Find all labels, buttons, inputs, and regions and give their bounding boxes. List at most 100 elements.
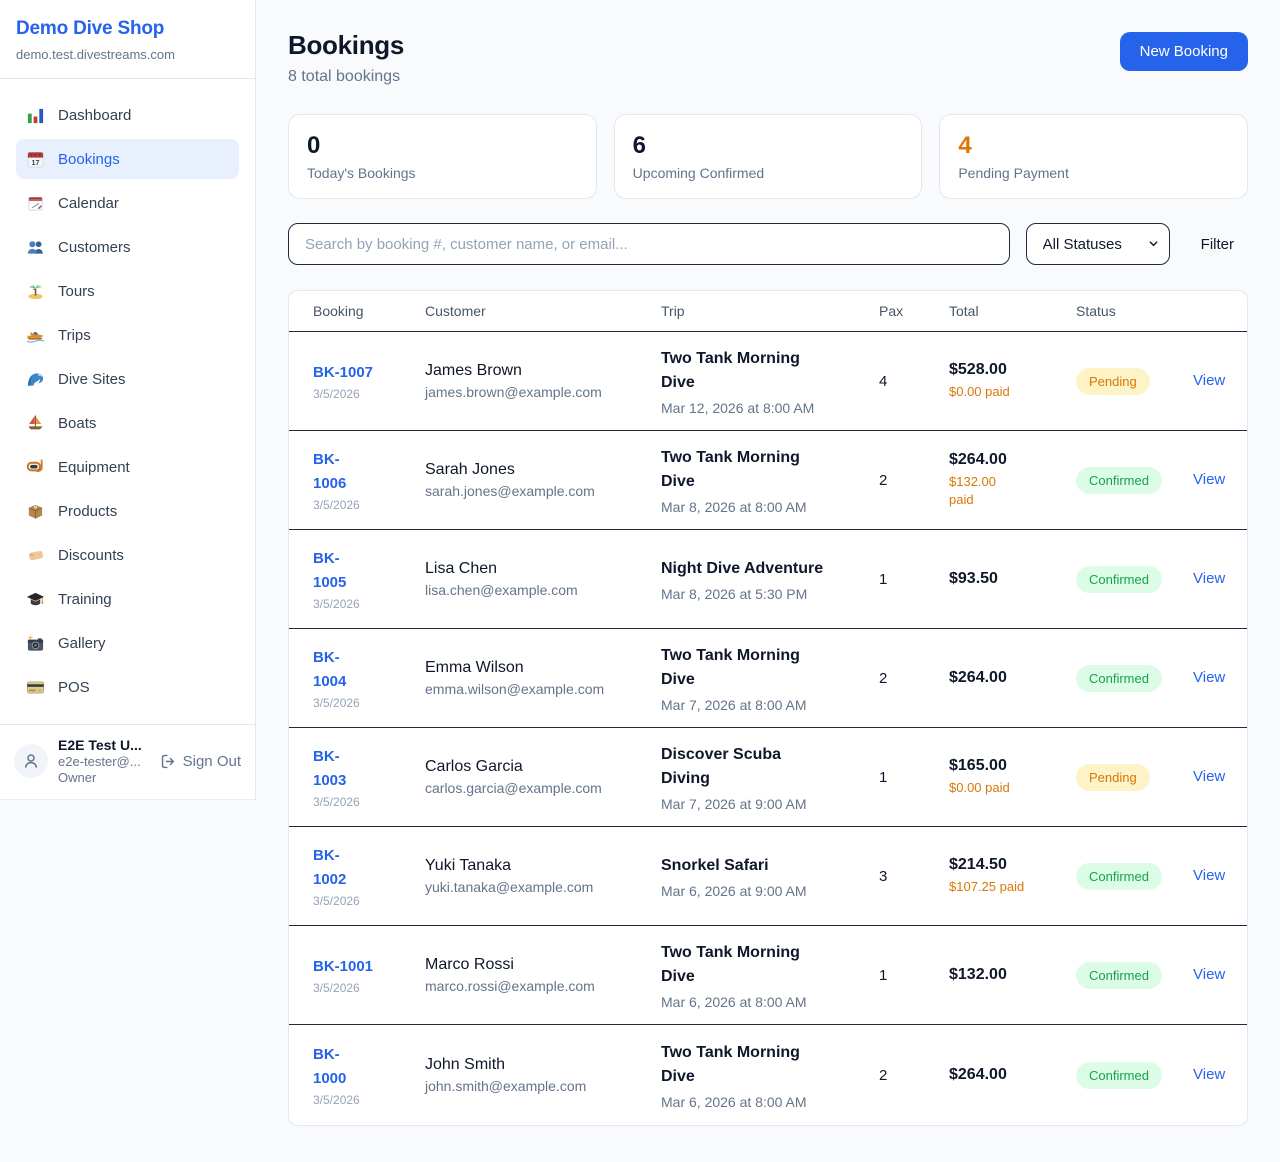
paid-note: $107.25 paid xyxy=(949,878,1056,896)
person-icon xyxy=(21,751,41,771)
booking-date: 3/5/2026 xyxy=(313,1093,405,1107)
stat-label: Upcoming Confirmed xyxy=(633,165,904,181)
sidebar-footer: E2E Test U... e2e-tester@... Owner Sign … xyxy=(0,724,255,799)
status-select[interactable]: All Statuses xyxy=(1026,223,1170,265)
sidebar-item-dive-sites[interactable]: Dive Sites xyxy=(16,359,239,399)
booking-id-link[interactable]: BK- 1002 xyxy=(313,844,346,891)
stat-card-pending-payment: 4 Pending Payment xyxy=(939,114,1248,199)
booking-id-link[interactable]: BK- 1004 xyxy=(313,646,346,693)
view-link[interactable]: View xyxy=(1193,570,1225,587)
table-row: BK- 1004 3/5/2026 Emma Wilson emma.wilso… xyxy=(289,629,1247,728)
table-header-row: Booking Customer Trip Pax Total Status xyxy=(289,291,1247,332)
view-link[interactable]: View xyxy=(1193,372,1225,389)
col-header-customer: Customer xyxy=(425,303,661,319)
status-badge: Pending xyxy=(1076,368,1150,395)
filter-button[interactable]: Filter xyxy=(1187,228,1248,261)
trip-name: Two Tank Morning Dive xyxy=(661,1041,859,1089)
discounts-icon xyxy=(26,546,45,565)
user-name: E2E Test U... xyxy=(58,737,150,753)
customer-name: James Brown xyxy=(425,362,641,380)
sign-out-label: Sign Out xyxy=(183,753,241,770)
booking-id-link[interactable]: BK- 1003 xyxy=(313,745,346,792)
booking-date: 3/5/2026 xyxy=(313,498,405,512)
customer-email: sarah.jones@example.com xyxy=(425,483,641,499)
booking-id-link[interactable]: BK-1007 xyxy=(313,361,373,384)
search-input[interactable] xyxy=(288,223,1010,265)
status-badge: Confirmed xyxy=(1076,863,1162,890)
sidebar-item-customers[interactable]: Customers xyxy=(16,227,239,267)
trips-icon xyxy=(26,326,45,345)
sidebar-nav: Dashboard 17 Bookings Calendar Customers… xyxy=(0,79,255,719)
customer-email: yuki.tanaka@example.com xyxy=(425,879,641,895)
table-row: BK- 1006 3/5/2026 Sarah Jones sarah.jone… xyxy=(289,431,1247,530)
bookings-icon: 17 xyxy=(26,150,45,169)
sidebar-item-dashboard[interactable]: Dashboard xyxy=(16,95,239,135)
sidebar-item-equipment[interactable]: Equipment xyxy=(16,447,239,487)
pax-count: 1 xyxy=(879,769,949,786)
sidebar-item-discounts[interactable]: Discounts xyxy=(16,535,239,575)
view-link[interactable]: View xyxy=(1193,768,1225,785)
products-icon xyxy=(26,502,45,521)
booking-id-link[interactable]: BK- 1005 xyxy=(313,547,346,594)
booking-date: 3/5/2026 xyxy=(313,696,405,710)
sidebar-item-trips[interactable]: Trips xyxy=(16,315,239,355)
new-booking-button[interactable]: New Booking xyxy=(1120,32,1248,71)
view-link[interactable]: View xyxy=(1193,867,1225,884)
booking-id-link[interactable]: BK- 1000 xyxy=(313,1043,346,1090)
status-badge: Confirmed xyxy=(1076,566,1162,593)
stat-value: 0 xyxy=(307,132,578,160)
table-row: BK- 1003 3/5/2026 Carlos Garcia carlos.g… xyxy=(289,728,1247,827)
paid-note: $0.00 paid xyxy=(949,779,1056,797)
trip-datetime: Mar 6, 2026 at 8:00 AM xyxy=(661,994,859,1010)
trip-name: Two Tank Morning Dive xyxy=(661,644,859,692)
status-badge: Confirmed xyxy=(1076,962,1162,989)
customer-email: marco.rossi@example.com xyxy=(425,978,641,994)
view-link[interactable]: View xyxy=(1193,471,1225,488)
view-link[interactable]: View xyxy=(1193,669,1225,686)
trip-name: Two Tank Morning Dive xyxy=(661,941,859,989)
sidebar-item-products[interactable]: Products xyxy=(16,491,239,531)
equipment-icon xyxy=(26,458,45,477)
boats-icon xyxy=(26,414,45,433)
pax-count: 4 xyxy=(879,373,949,390)
sidebar-item-bookings[interactable]: 17 Bookings xyxy=(16,139,239,179)
total-amount: $264.00 xyxy=(949,451,1056,469)
customer-name: Emma Wilson xyxy=(425,659,641,677)
customer-email: john.smith@example.com xyxy=(425,1078,641,1094)
table-row: BK- 1002 3/5/2026 Yuki Tanaka yuki.tanak… xyxy=(289,827,1247,926)
sign-out-icon xyxy=(160,753,177,770)
booking-id-link[interactable]: BK-1001 xyxy=(313,955,373,978)
booking-date: 3/5/2026 xyxy=(313,894,405,908)
shop-domain: demo.test.divestreams.com xyxy=(16,47,239,62)
customer-name: Sarah Jones xyxy=(425,461,641,479)
table-row: BK- 1000 3/5/2026 John Smith john.smith@… xyxy=(289,1025,1247,1125)
sidebar-item-boats[interactable]: Boats xyxy=(16,403,239,443)
sidebar-item-calendar[interactable]: Calendar xyxy=(16,183,239,223)
sidebar-item-tours[interactable]: Tours xyxy=(16,271,239,311)
pax-count: 2 xyxy=(879,1067,949,1084)
shop-name: Demo Dive Shop xyxy=(16,18,239,40)
status-badge: Confirmed xyxy=(1076,467,1162,494)
pax-count: 1 xyxy=(879,967,949,984)
sidebar-item-training[interactable]: Training xyxy=(16,579,239,619)
view-link[interactable]: View xyxy=(1193,1066,1225,1083)
svg-text:17: 17 xyxy=(32,158,40,166)
bookings-table: Booking Customer Trip Pax Total Status B… xyxy=(288,290,1248,1126)
booking-id-link[interactable]: BK- 1006 xyxy=(313,448,346,495)
pos-icon xyxy=(26,678,45,697)
sign-out-button[interactable]: Sign Out xyxy=(160,753,241,770)
trip-datetime: Mar 6, 2026 at 8:00 AM xyxy=(661,1094,859,1110)
status-select-wrap: All Statuses xyxy=(1026,223,1170,265)
sidebar-item-pos[interactable]: POS xyxy=(16,667,239,707)
stat-card-upcoming-confirmed: 6 Upcoming Confirmed xyxy=(614,114,923,199)
sidebar-item-gallery[interactable]: Gallery xyxy=(16,623,239,663)
paid-note: $132.00 paid xyxy=(949,473,1056,509)
view-link[interactable]: View xyxy=(1193,966,1225,983)
total-amount: $264.00 xyxy=(949,669,1056,687)
main-content: Bookings 8 total bookings New Booking 0 … xyxy=(256,0,1280,1126)
col-header-total: Total xyxy=(949,303,1076,319)
trip-name: Two Tank Morning Dive xyxy=(661,347,859,395)
customer-name: John Smith xyxy=(425,1056,641,1074)
trip-datetime: Mar 12, 2026 at 8:00 AM xyxy=(661,400,859,416)
trip-name: Discover Scuba Diving xyxy=(661,743,859,791)
